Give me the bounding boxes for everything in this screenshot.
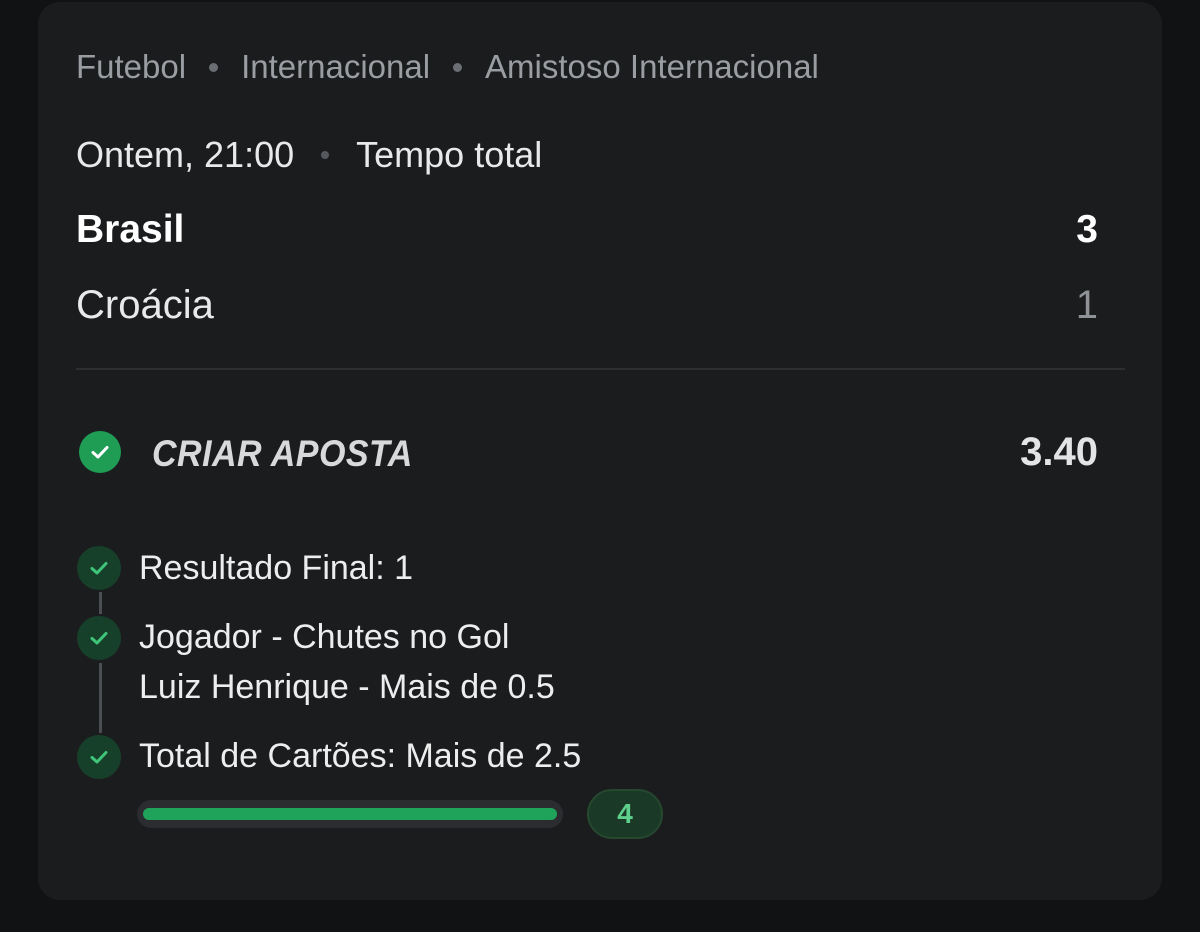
- home-team-row: Brasil 3: [76, 208, 1098, 252]
- match-meta: Ontem, 21:00 Tempo total: [76, 134, 542, 176]
- bet-odds: 3.40: [1020, 430, 1098, 474]
- breadcrumb: Futebol Internacional Amistoso Internaci…: [76, 48, 819, 86]
- separator-dot: [453, 62, 463, 72]
- home-team-score: 3: [1076, 208, 1098, 251]
- home-team-name: Brasil: [76, 208, 185, 251]
- leg-chutes-no-gol: Jogador - Chutes no Gol: [139, 618, 510, 656]
- leg-total-cartoes: Total de Cartões: Mais de 2.5: [139, 737, 582, 775]
- away-team-row: Croácia 1: [76, 283, 1098, 328]
- separator-dot: [321, 151, 330, 159]
- cards-progress-bar: [137, 800, 563, 828]
- match-time: Ontem, 21:00: [76, 134, 295, 175]
- bet-card[interactable]: Futebol Internacional Amistoso Internaci…: [38, 2, 1162, 900]
- leg-check-icon: [77, 546, 121, 590]
- breadcrumb-region[interactable]: Internacional: [241, 48, 430, 86]
- leg-connector: [99, 663, 102, 733]
- leg-chutes-no-gol-selection: Luiz Henrique - Mais de 0.5: [139, 668, 555, 706]
- cards-progress-fill: [143, 808, 557, 820]
- away-team-score: 1: [1075, 283, 1098, 327]
- separator-dot: [209, 62, 219, 72]
- check-circle-icon: [79, 431, 121, 473]
- leg-check-icon: [77, 616, 121, 660]
- bet-title: CRIAR APOSTA: [152, 433, 413, 474]
- leg-resultado-final: Resultado Final: 1: [139, 549, 414, 587]
- leg-connector: [99, 592, 102, 614]
- away-team-name: Croácia: [76, 283, 214, 327]
- leg-check-icon: [77, 735, 121, 779]
- match-period: Tempo total: [356, 134, 543, 175]
- cards-count-badge: 4: [587, 789, 663, 839]
- divider: [76, 368, 1125, 370]
- breadcrumb-competition[interactable]: Amistoso Internacional: [485, 48, 819, 86]
- breadcrumb-sport[interactable]: Futebol: [76, 48, 186, 86]
